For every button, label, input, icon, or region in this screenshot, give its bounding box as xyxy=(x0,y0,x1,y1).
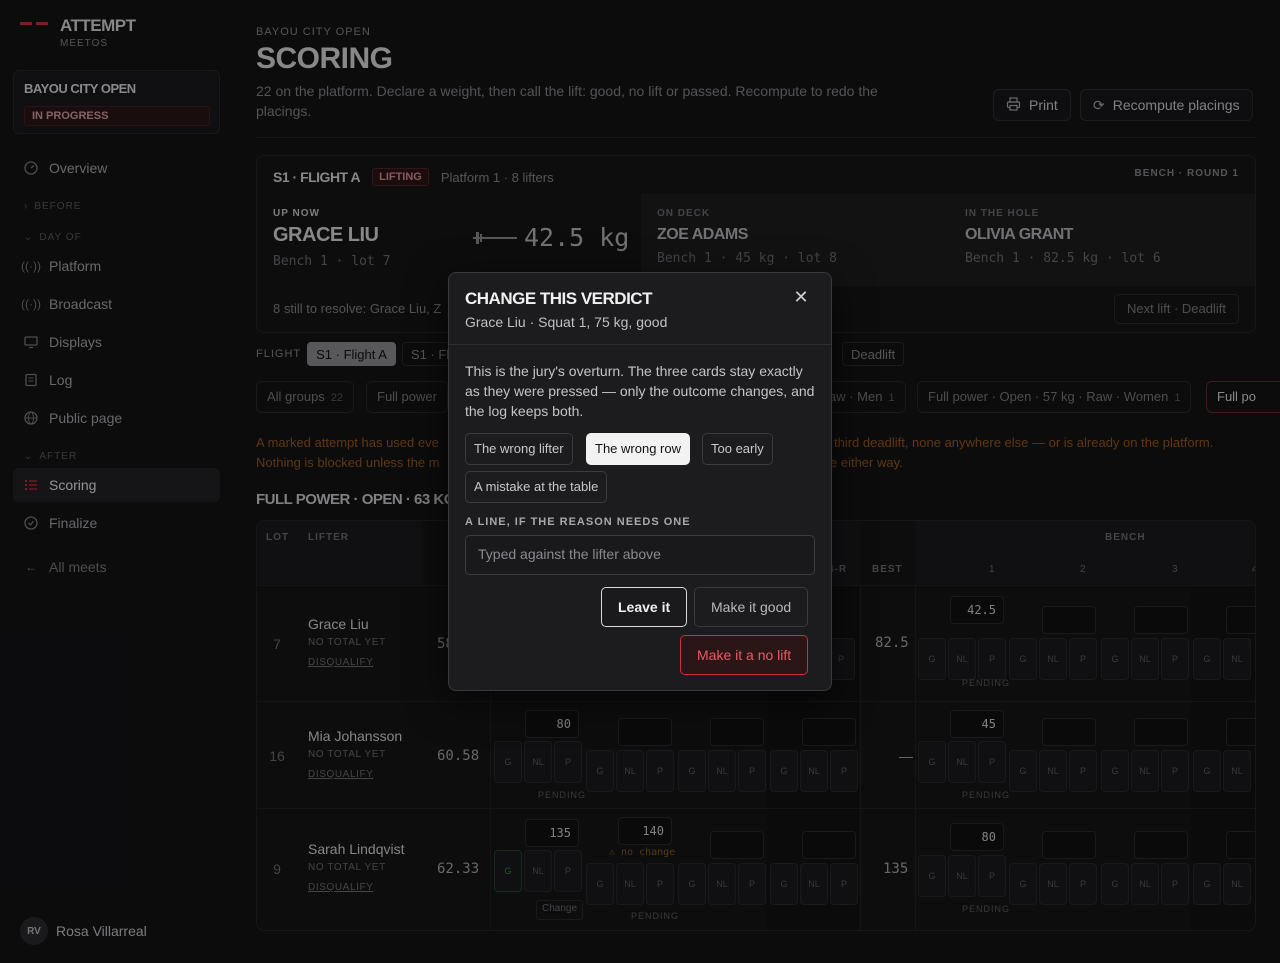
change-verdict-dialog: CHANGE THIS VERDICT Grace Liu · Squat 1,… xyxy=(448,272,832,691)
reason-line-input[interactable]: Typed against the lifter above xyxy=(465,535,815,575)
reason-table-mistake[interactable]: A mistake at the table xyxy=(465,471,608,503)
leave-it-button[interactable]: Leave it xyxy=(601,587,688,627)
close-icon[interactable]: ✕ xyxy=(791,287,811,307)
reason-wrong-row[interactable]: The wrong row xyxy=(586,433,690,465)
reason-line-label: A LINE, IF THE REASON NEEDS ONE xyxy=(465,516,691,528)
dialog-subtitle: Grace Liu · Squat 1, 75 kg, good xyxy=(465,314,668,330)
make-good-button[interactable]: Make it good xyxy=(694,587,809,627)
dialog-title: CHANGE THIS VERDICT xyxy=(465,289,652,308)
reason-too-early[interactable]: Too early xyxy=(702,433,773,465)
make-no-lift-button[interactable]: Make it a no lift xyxy=(680,635,809,675)
divider xyxy=(449,344,831,345)
dialog-body: This is the jury's overturn. The three c… xyxy=(465,363,815,419)
reason-wrong-lifter[interactable]: The wrong lifter xyxy=(465,433,573,465)
